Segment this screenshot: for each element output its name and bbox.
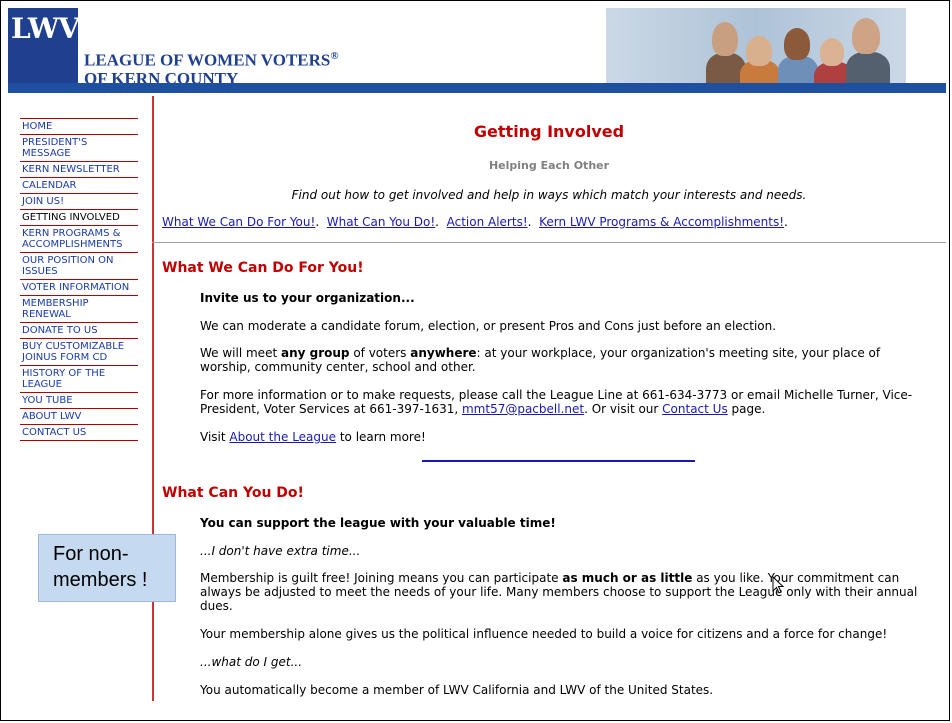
for-non-members-callout: For non-members ! [38,534,176,602]
divider-line [152,242,946,243]
p4-a: Visit [200,430,230,444]
section-heading-what-can-you-do: What Can You Do! [162,485,304,501]
p4-b: to learn more! [336,430,426,444]
section1-p4: Visit About the League to learn more! [200,430,930,444]
org-name: LEAGUE OF WOMEN VOTERS® OF KERN COUNTY [84,47,339,88]
p2-b: any group [280,346,350,360]
header-bar [8,83,946,93]
email-link[interactable]: mmt57@pacbell.net [462,402,584,416]
p3-c: page. [727,402,766,416]
link-action-alerts[interactable]: Action Alerts! [447,215,528,229]
nav-list: HOME PRESIDENT'S MESSAGE KERN NEWSLETTER… [20,118,138,441]
sidebar-item-getting-involved[interactable]: GETTING INVOLVED [20,210,138,226]
link-what-we-can-do[interactable]: What We Can Do For You! [162,215,315,229]
section2-p2: Your membership alone gives us the polit… [200,627,888,641]
section2-q1: ...I don't have extra time... [200,544,361,558]
sidebar-item-kern-programs[interactable]: KERN PROGRAMS & ACCOMPLISHMENTS [20,226,138,253]
section1-p2: We will meet any group of voters anywher… [200,346,930,374]
contact-us-link[interactable]: Contact Us [662,402,728,416]
section2-p3: You automatically become a member of LWV… [200,683,714,697]
registered-mark: ® [330,50,339,62]
section1-p1: We can moderate a candidate forum, elect… [200,319,777,333]
sidebar-item-join-us[interactable]: JOIN US! [20,194,138,210]
sidebar-nav: HOME PRESIDENT'S MESSAGE KERN NEWSLETTER… [18,96,154,701]
sidebar-item-about-lwv[interactable]: ABOUT LWV [20,409,138,425]
p2-d: anywhere [410,346,477,360]
section2-lead: You can support the league with your val… [200,516,556,530]
site-header: LWV LEAGUE OF WOMEN VOTERS® OF KERN COUN… [8,8,946,87]
about-league-link[interactable]: About the League [229,430,336,444]
logo-text: LWV [11,12,80,45]
org-line1: LEAGUE OF WOMEN VOTERS [84,50,331,70]
sidebar-item-membership-renewal[interactable]: MEMBERSHIP RENEWAL [20,296,138,323]
lwv-logo[interactable]: LWV [8,8,80,83]
sidebar-item-kern-newsletter[interactable]: KERN NEWSLETTER [20,162,138,178]
section2-q2: ...what do I get... [200,655,303,669]
section2-p1: Membership is guilt free! Joining means … [200,571,930,613]
link-what-can-you-do[interactable]: What Can You Do! [327,215,435,229]
p2-c: of voters [349,346,411,360]
p3-b: . Or visit our [584,402,663,416]
sidebar-item-buy-cd[interactable]: BUY CUSTOMIZABLE JOINUS FORM CD [20,339,138,366]
sidebar-item-youtube[interactable]: YOU TUBE [20,393,138,409]
main-content: Getting Involved Helping Each Other Find… [152,96,946,716]
sidebar-item-home[interactable]: HOME [20,118,138,135]
s2p1-b: as much or as little [562,571,693,585]
page-subtitle: Helping Each Other [488,159,610,172]
section-heading-what-we-can-do: What We Can Do For You! [162,260,364,276]
sidebar-item-donate[interactable]: DONATE TO US [20,323,138,339]
sidebar-item-contact-us[interactable]: CONTACT US [20,425,138,441]
section1-lead: Invite us to your organization... [200,291,415,305]
sidebar-item-position-on-issues[interactable]: OUR POSITION ON ISSUES [20,253,138,280]
p2-a: We will meet [200,346,281,360]
sidebar-item-calendar[interactable]: CALENDAR [20,178,138,194]
s2p1-a: Membership is guilt free! Joining means … [200,571,563,585]
sidebar-item-history[interactable]: HISTORY OF THE LEAGUE [20,366,138,393]
mouse-pointer-icon [772,576,785,594]
sidebar-item-presidents-message[interactable]: PRESIDENT'S MESSAGE [20,135,138,162]
header-photo [606,8,906,83]
intro-text: Find out how to get involved and help in… [291,188,807,202]
section1-p3: For more information or to make requests… [200,388,930,416]
sidebar-item-voter-information[interactable]: VOTER INFORMATION [20,280,138,296]
page-title: Getting Involved [473,122,625,141]
section-divider [422,460,695,462]
link-kern-programs[interactable]: Kern LWV Programs & Accomplishments! [539,215,784,229]
anchor-links: What We Can Do For You!. What Can You Do… [162,215,788,229]
